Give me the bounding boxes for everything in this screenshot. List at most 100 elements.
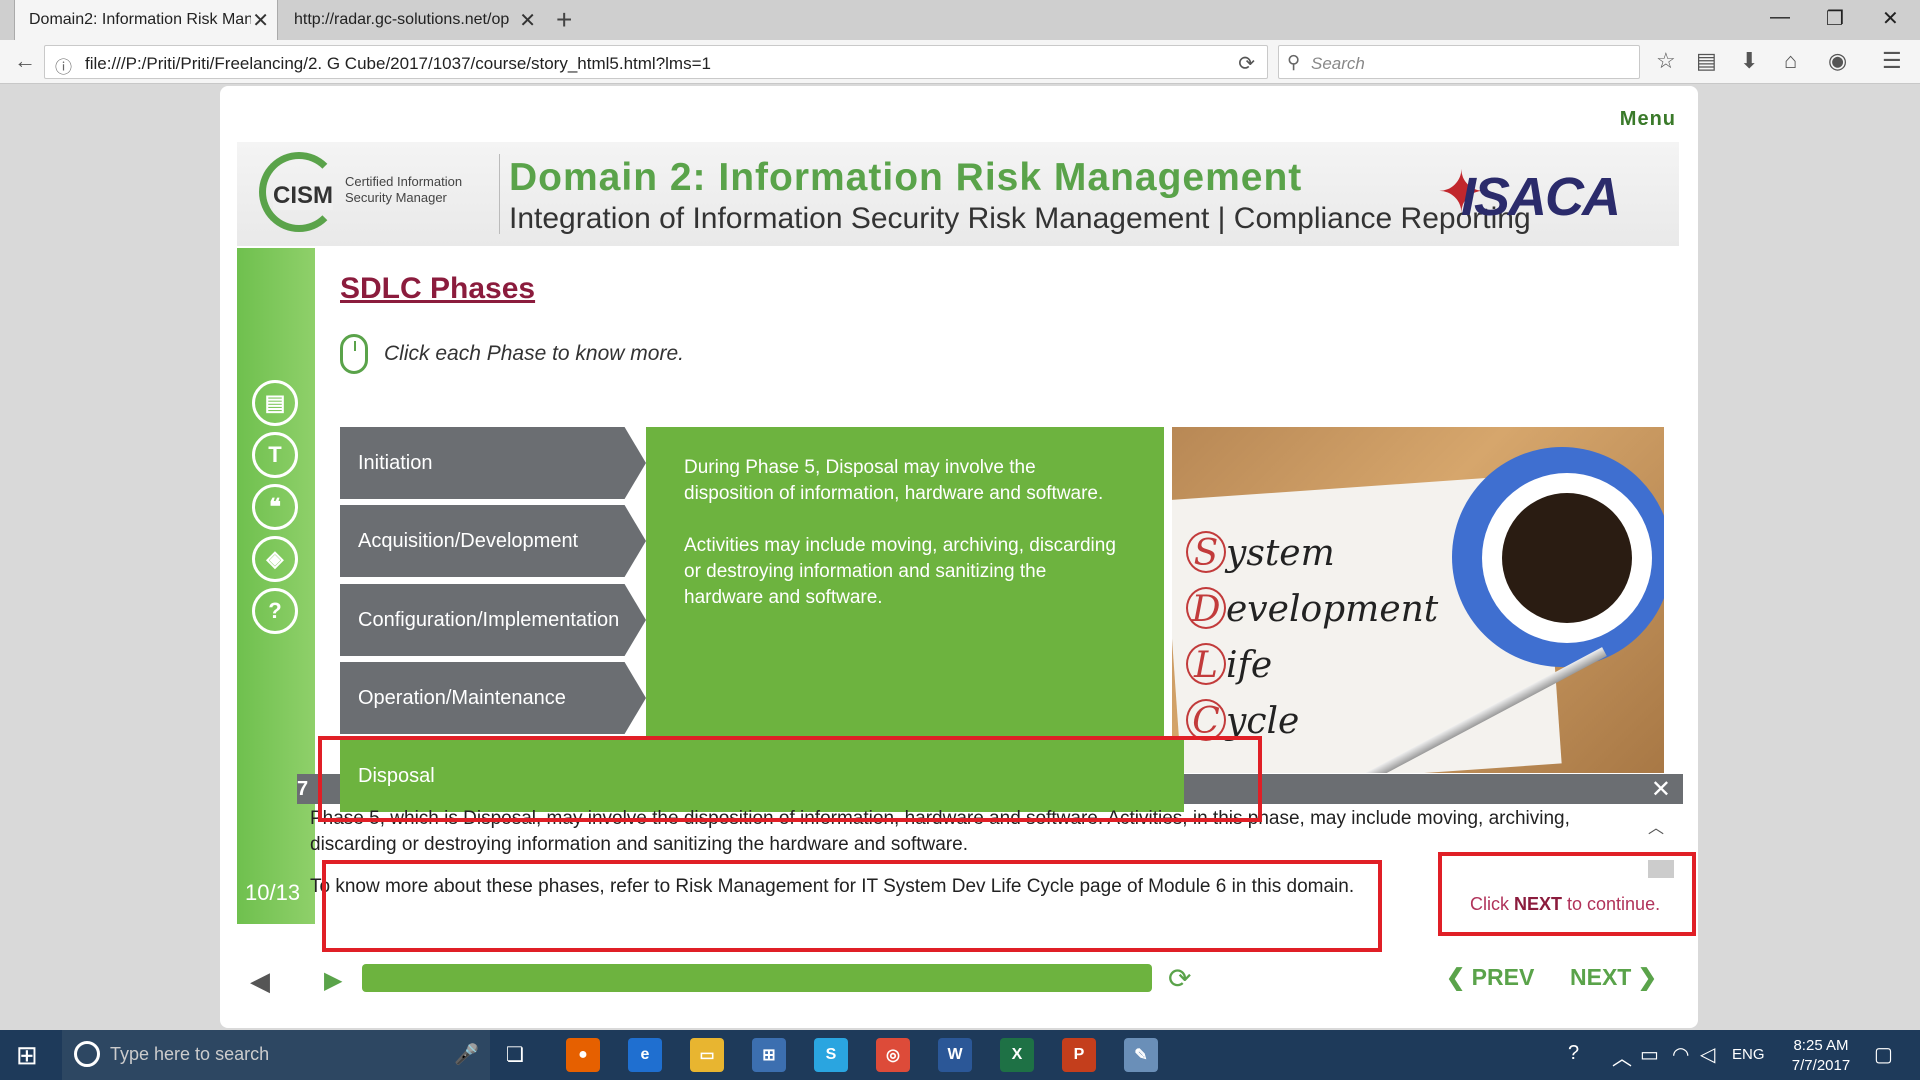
clock-date: 7/7/2017	[1791, 1057, 1851, 1074]
search-placeholder: Search	[1311, 54, 1365, 73]
excel-icon[interactable]: X	[1000, 1038, 1034, 1072]
search-icon: ⚲	[1287, 52, 1301, 72]
phase-description-panel: During Phase 5, Disposal may involve the…	[646, 427, 1164, 787]
page-title: SDLC Phases	[340, 272, 536, 305]
language-indicator[interactable]: ENG	[1732, 1046, 1765, 1063]
info-icon[interactable]: ⓘ	[55, 53, 72, 78]
domain-title: Domain 2: Information Risk Management	[509, 156, 1303, 199]
volume-icon[interactable]: ◀	[250, 966, 270, 997]
home-icon[interactable]: ⌂	[1784, 48, 1797, 74]
show-hidden-icons[interactable]: ︿	[1612, 1042, 1632, 1071]
phase-label: Initiation	[358, 451, 433, 474]
url-text: file:///P:/Priti/Priti/Freelancing/2. G …	[85, 54, 711, 73]
transcript-marker: 7	[297, 778, 309, 800]
cism-logo: CISM	[273, 182, 333, 210]
sdlc-word-development: Development	[1186, 587, 1438, 630]
scroll-up-icon[interactable]: ︿	[1648, 814, 1664, 838]
progress-bar[interactable]	[362, 964, 1152, 992]
sdlc-word-system: System	[1186, 531, 1335, 574]
reload-icon[interactable]: ⟳	[1238, 51, 1255, 76]
microphone-icon[interactable]: 🎤	[454, 1042, 479, 1067]
phase-tab-initiation[interactable]: Initiation	[340, 427, 646, 499]
help-icon[interactable]: ?	[252, 588, 298, 634]
battery-icon[interactable]: ▭	[1640, 1042, 1659, 1067]
play-icon[interactable]: ▶	[324, 966, 342, 995]
phase-tab-acquisition[interactable]: Acquisition/Development	[340, 505, 646, 577]
task-view-icon[interactable]: ❏	[506, 1042, 524, 1067]
isaca-logo: ISACA	[1461, 167, 1621, 227]
glossary-icon[interactable]: T	[252, 432, 298, 478]
browser-nav-bar: ← ⓘ file:///P:/Priti/Priti/Freelancing/2…	[0, 40, 1920, 84]
sdlc-photo: System Development Life Cycle	[1172, 427, 1664, 773]
windows-taskbar: ⊞ Type here to search 🎤 ❏ ● e ▭ ⊞ S ◎ W …	[0, 1030, 1920, 1080]
menu-button[interactable]: Menu	[1620, 108, 1676, 131]
close-tab-icon[interactable]: ✕	[519, 8, 536, 33]
new-tab-icon[interactable]: +	[556, 4, 572, 36]
cortana-icon	[74, 1041, 100, 1067]
word-icon[interactable]: W	[938, 1038, 972, 1072]
quote-icon[interactable]: ❝	[252, 484, 298, 530]
close-icon[interactable]: ✕	[1651, 775, 1671, 804]
replay-icon[interactable]: ⟳	[1168, 962, 1191, 995]
domain-subtitle: Integration of Information Security Risk…	[509, 202, 1531, 235]
notifications-icon[interactable]: ▢	[1874, 1042, 1893, 1067]
help-tray-icon[interactable]: ?	[1568, 1042, 1579, 1065]
chrome-icon[interactable]: ◎	[876, 1038, 910, 1072]
clock-time: 8:25 AM	[1793, 1037, 1849, 1054]
prev-button[interactable]: ❮ PREV	[1446, 964, 1534, 991]
phase-tab-configuration[interactable]: Configuration/Implementation	[340, 584, 646, 656]
phase-label: Configuration/Implementation	[358, 608, 620, 631]
paint-icon[interactable]: ✎	[1124, 1038, 1158, 1072]
minimize-icon[interactable]: —	[1770, 6, 1790, 29]
browser-tab-active[interactable]: Domain2: Information Risk Mana ✕	[14, 0, 278, 40]
search-input[interactable]: ⚲ Search	[1278, 45, 1640, 79]
back-icon[interactable]: ←	[14, 48, 36, 74]
hamburger-menu-icon[interactable]: ☰	[1882, 48, 1902, 74]
description-paragraph: During Phase 5, Disposal may involve the…	[684, 457, 1104, 504]
photo-coffee	[1502, 493, 1632, 623]
store-icon[interactable]: ⊞	[752, 1038, 786, 1072]
sdlc-word-life: Life	[1186, 643, 1272, 686]
instruction-text: Click each Phase to know more.	[384, 342, 684, 365]
powerpoint-icon[interactable]: P	[1062, 1038, 1096, 1072]
browser-tab[interactable]: http://radar.gc-solutions.net/op ✕	[280, 0, 544, 40]
close-tab-icon[interactable]: ✕	[252, 8, 269, 33]
window-close-icon[interactable]: ✕	[1882, 6, 1899, 31]
course-banner: CISM Certified Information Security Mana…	[237, 142, 1679, 246]
notes-icon[interactable]: ▤	[252, 380, 298, 426]
course-player: Menu CISM Certified Information Security…	[220, 86, 1698, 1028]
restore-icon[interactable]: ❐	[1826, 6, 1844, 31]
skype-icon[interactable]: S	[814, 1038, 848, 1072]
mouse-icon	[340, 334, 368, 374]
bookmark-star-icon[interactable]: ☆	[1656, 48, 1676, 74]
pocket-icon[interactable]: ◉	[1828, 48, 1847, 74]
file-explorer-icon[interactable]: ▭	[690, 1038, 724, 1072]
reading-list-icon[interactable]: ▤	[1696, 48, 1717, 74]
annotation-box-disposal	[318, 736, 1262, 822]
browser-tab-bar: Domain2: Information Risk Mana ✕ http://…	[0, 0, 1920, 40]
wifi-icon[interactable]: ◠	[1672, 1042, 1689, 1067]
firefox-icon[interactable]: ●	[566, 1038, 600, 1072]
edge-icon[interactable]: e	[628, 1038, 662, 1072]
resources-icon[interactable]: ◈	[252, 536, 298, 582]
address-bar[interactable]: ⓘ file:///P:/Priti/Priti/Freelancing/2. …	[44, 45, 1268, 79]
tab-title: http://radar.gc-solutions.net/op	[294, 11, 510, 28]
page-number: 10/13	[245, 880, 301, 905]
annotation-box-click-next	[1438, 852, 1696, 936]
tab-title: Domain2: Information Risk Mana	[29, 11, 251, 28]
course-sidebar: ▤ T ❝ ◈ ? 10/13	[237, 248, 315, 924]
windows-start-icon[interactable]: ⊞	[16, 1040, 38, 1071]
next-button[interactable]: NEXT ❯	[1570, 964, 1657, 991]
taskbar-search-box[interactable]: Type here to search 🎤	[62, 1030, 490, 1080]
phase-tab-operation[interactable]: Operation/Maintenance	[340, 662, 646, 734]
clock[interactable]: 8:25 AM 7/7/2017	[1776, 1036, 1866, 1076]
phase-label: Operation/Maintenance	[358, 686, 566, 709]
description-paragraph: Activities may include moving, archiving…	[684, 535, 1116, 608]
banner-divider	[499, 154, 500, 234]
cism-subtitle: Certified Information Security Manager	[345, 174, 463, 205]
taskbar-search-placeholder: Type here to search	[110, 1044, 270, 1064]
annotation-box-reference	[322, 860, 1382, 952]
volume-tray-icon[interactable]: ◁	[1700, 1042, 1715, 1067]
download-icon[interactable]: ⬇	[1740, 48, 1758, 74]
phase-label: Acquisition/Development	[358, 529, 579, 552]
